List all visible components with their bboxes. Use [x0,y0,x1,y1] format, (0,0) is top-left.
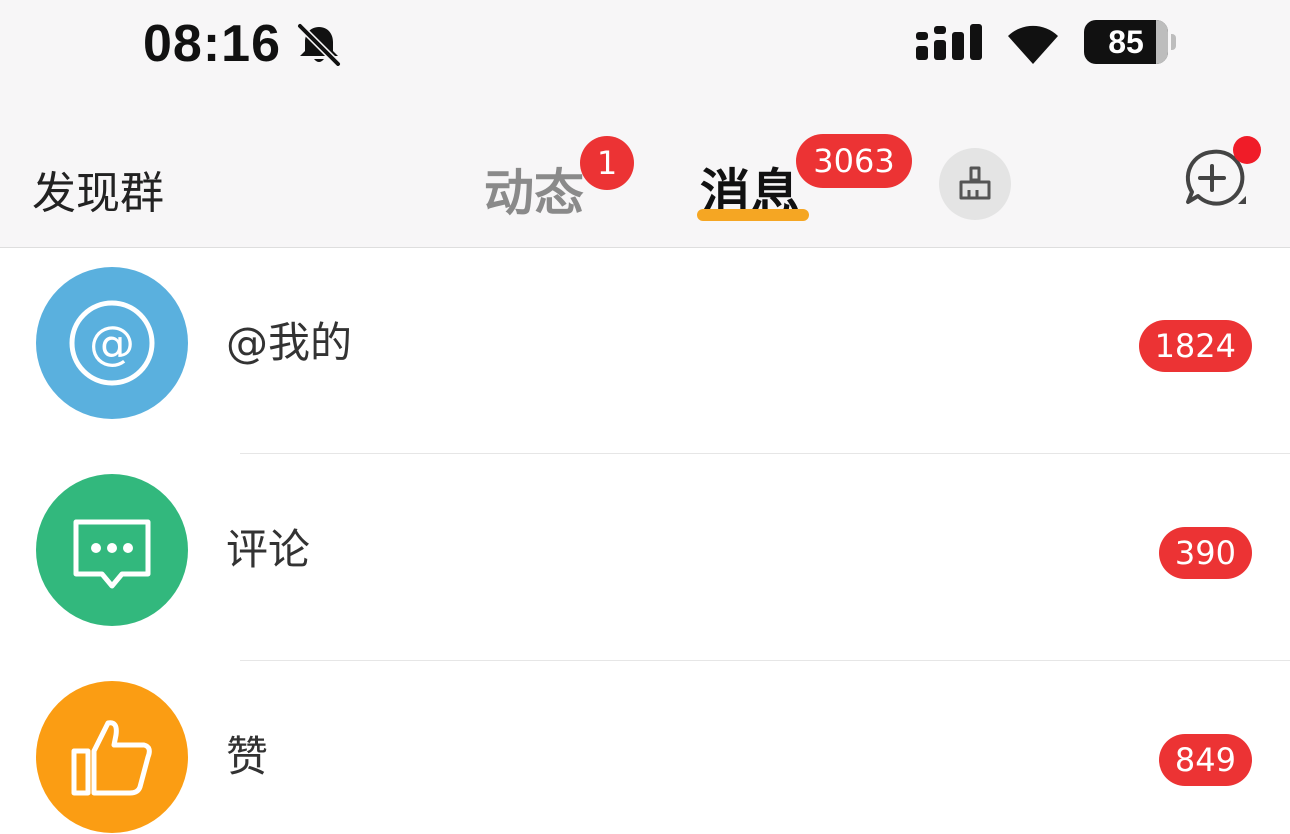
at-icon: @ [36,267,188,419]
top-nav: 发现群 动态 1 消息 3063 [0,110,1290,248]
list-item-likes[interactable]: 赞 849 [0,662,1290,834]
bell-slash-icon [294,22,344,67]
status-bar: 08:16 85 [0,0,1290,110]
likes-label: 赞 [226,732,269,781]
battery-icon: 85 [1084,20,1176,64]
comment-icon [36,474,188,626]
wifi-icon [1004,20,1062,64]
mentions-count: 1824 [1138,320,1252,372]
status-time: 08:16 [143,15,281,73]
svg-text:@: @ [89,316,135,370]
divider [240,660,1290,661]
list-item-comments[interactable]: 评论 390 [0,455,1290,661]
discover-groups-link[interactable]: 发现群 [32,157,164,221]
thumbs-up-icon [36,681,188,833]
cellular-signal-icon [916,22,982,64]
notification-dot [1233,136,1261,164]
battery-level: 85 [1108,24,1144,60]
messages-badge: 3063 [796,134,912,188]
active-tab-indicator [697,209,809,221]
divider [240,453,1290,454]
mentions-label: @我的 [226,318,353,367]
likes-count: 849 [1158,734,1252,786]
feed-badge: 1 [580,136,634,190]
broom-icon[interactable] [939,148,1011,220]
comments-label: 评论 [226,525,311,574]
tab-feed[interactable]: 动态 [484,153,584,225]
comments-count: 390 [1158,527,1252,579]
list-item-mentions[interactable]: @ @我的 1824 [0,248,1290,454]
